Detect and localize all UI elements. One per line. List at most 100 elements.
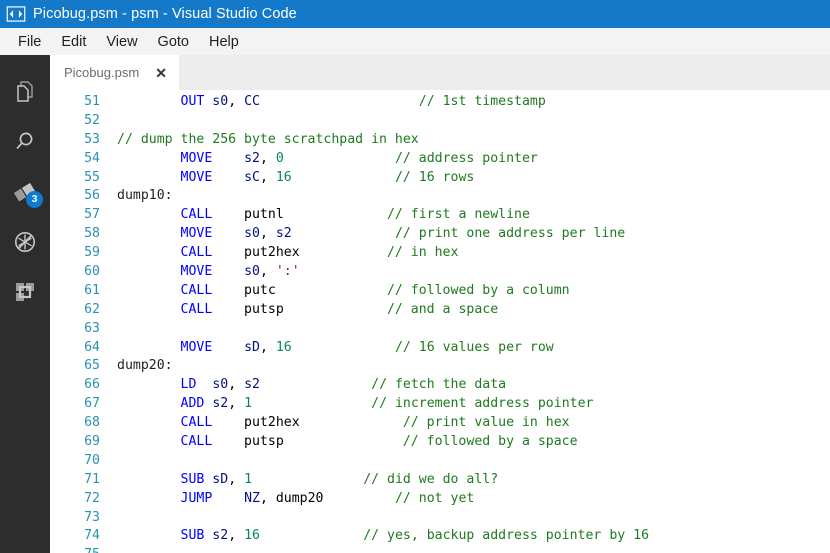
code-token: LD <box>180 377 197 393</box>
code-token: putsp <box>212 434 284 450</box>
code-token: MOVE <box>180 150 213 166</box>
line-number: 58 <box>84 226 100 242</box>
code-token: , dump20 <box>259 490 324 506</box>
code-line: 75 <box>50 546 830 553</box>
code-token: // print value in hex <box>402 415 570 431</box>
menu-item-goto[interactable]: Goto <box>148 32 199 52</box>
code-token: , <box>228 528 245 544</box>
line-number: 68 <box>84 415 100 431</box>
code-line-text <box>108 452 830 471</box>
code-line: 59 CALL put2hex // in hex <box>50 244 830 263</box>
code-token: s0 <box>212 377 229 393</box>
line-number: 63 <box>84 320 100 336</box>
code-token: // print one address per line <box>394 226 626 242</box>
code-token: CALL <box>180 301 213 317</box>
window-title: Picobug.psm - psm - Visual Studio Code <box>33 6 297 22</box>
code-token: MOVE <box>180 226 213 242</box>
code-line: 58 MOVE s0, s2 // print one address per … <box>50 225 830 244</box>
line-number: 72 <box>84 490 100 506</box>
code-line-text: CALL put2hex // in hex <box>108 244 830 263</box>
source-control-badge: 3 <box>26 191 43 208</box>
menu-item-view[interactable]: View <box>96 32 147 52</box>
code-token: ADD <box>180 396 205 412</box>
code-line: 73 <box>50 509 830 528</box>
menu-item-file[interactable]: File <box>8 32 51 52</box>
code-token: 16 <box>275 339 292 355</box>
code-token: // address pointer <box>394 150 538 166</box>
editor-area: Picobug.psm ✕ 51 OUT s0, CC // 1st times… <box>50 55 830 553</box>
code-line-text: OUT s0, CC // 1st timestamp <box>108 93 830 112</box>
code-line: 63 <box>50 320 830 339</box>
vscode-window: Picobug.psm - psm - Visual Studio Code F… <box>0 0 830 553</box>
activity-item-source-control[interactable]: 3 <box>0 167 50 217</box>
code-token: , <box>228 94 245 109</box>
code-line: 74 SUB s2, 16 // yes, backup address poi… <box>50 527 830 546</box>
code-token: ':' <box>275 264 300 280</box>
code-line: 68 CALL put2hex // print value in hex <box>50 414 830 433</box>
code-line-text: MOVE sC, 16 // 16 rows <box>108 169 830 188</box>
menu-item-edit[interactable]: Edit <box>51 32 96 52</box>
tab-bar: Picobug.psm ✕ <box>50 55 830 90</box>
code-token: CALL <box>180 415 213 431</box>
code-line: 55 MOVE sC, 16 // 16 rows <box>50 169 830 188</box>
code-token: // followed by a space <box>402 434 578 450</box>
code-token: dump10: <box>117 188 173 204</box>
code-token: s2 <box>244 150 260 166</box>
code-token: // not yet <box>394 490 475 506</box>
line-number: 65 <box>84 358 100 374</box>
line-number: 67 <box>84 396 100 412</box>
code-line: 61 CALL putc // followed by a column <box>50 282 830 301</box>
code-line-text <box>108 546 830 553</box>
code-token: sD <box>244 339 260 355</box>
line-number: 62 <box>84 301 100 317</box>
activity-item-run-and-debug[interactable] <box>0 217 50 267</box>
code-token: , <box>259 169 276 185</box>
code-token: CALL <box>180 434 213 450</box>
code-line: 72 JUMP NZ, dump20 // not yet <box>50 490 830 509</box>
tab-picobug-psm[interactable]: Picobug.psm ✕ <box>50 55 180 90</box>
line-number: 60 <box>84 264 100 280</box>
code-token: putc <box>212 282 276 298</box>
activity-item-explorer[interactable] <box>0 67 50 117</box>
code-line: 52 <box>50 112 830 131</box>
code-editor[interactable]: 51 OUT s0, CC // 1st timestamp 52 53// dum… <box>50 90 830 553</box>
code-token: , <box>259 226 276 242</box>
activity-item-search[interactable] <box>0 117 50 167</box>
code-line-text: CALL put2hex // print value in hex <box>108 414 830 433</box>
code-line-text: ADD s2, 1 // increment address pointer <box>108 395 830 414</box>
code-token: , <box>259 264 276 280</box>
code-token: put2hex <box>212 415 300 431</box>
close-icon[interactable]: ✕ <box>153 65 169 81</box>
code-token: s0 <box>244 226 260 242</box>
code-token: // dump the 256 byte scratchpad in hex <box>117 131 419 147</box>
code-token: // 16 rows <box>394 169 475 185</box>
code-line: 51 OUT s0, CC // 1st timestamp <box>50 93 830 112</box>
code-token: , <box>259 339 276 355</box>
activity-item-extensions[interactable] <box>0 267 50 317</box>
code-token: MOVE <box>180 264 213 280</box>
code-line: 62 CALL putsp // and a space <box>50 301 830 320</box>
line-number: 66 <box>84 377 100 393</box>
code-token: // increment address pointer <box>371 396 594 412</box>
code-token: 1 <box>244 396 253 412</box>
code-line-text: SUB sD, 1 // did we do all? <box>108 471 830 490</box>
menu-item-help[interactable]: Help <box>199 32 249 52</box>
